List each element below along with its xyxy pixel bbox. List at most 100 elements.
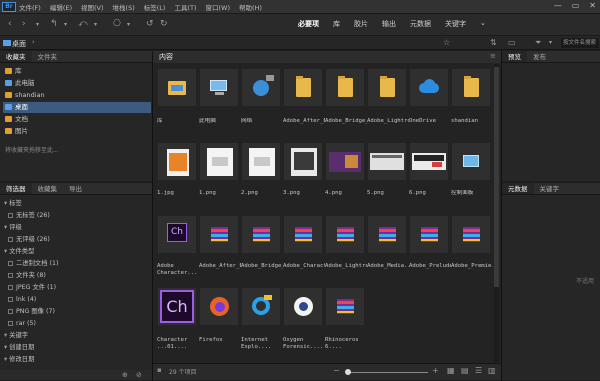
filter-option[interactable]: lnk (4) bbox=[8, 295, 36, 304]
search-input[interactable]: 按文件名搜索 bbox=[561, 38, 599, 48]
item-thumbnail[interactable] bbox=[284, 69, 322, 106]
tab-filter[interactable]: 筛选器 bbox=[0, 183, 32, 194]
filter-category[interactable]: 修改日期 bbox=[4, 355, 34, 364]
filter-option[interactable]: 二进制文档 (1) bbox=[8, 259, 58, 268]
detail-view-icon[interactable]: ▤ bbox=[461, 366, 469, 375]
item-thumbnail[interactable] bbox=[284, 288, 322, 325]
menu-help[interactable]: 帮助(H) bbox=[239, 2, 262, 12]
item-thumbnail[interactable] bbox=[242, 143, 280, 180]
content-scrollbar[interactable] bbox=[494, 64, 499, 362]
menu-view[interactable]: 视图(V) bbox=[81, 2, 104, 12]
tab-folders[interactable]: 文件夹 bbox=[32, 51, 64, 62]
filter-category[interactable]: 关键字 bbox=[4, 331, 28, 340]
filter-checkbox[interactable] bbox=[8, 320, 13, 326]
favorite-item[interactable]: 图片 bbox=[3, 126, 151, 137]
item-thumbnail[interactable] bbox=[284, 216, 322, 253]
sort-icon[interactable]: ⇅ bbox=[490, 38, 497, 47]
item-thumbnail[interactable] bbox=[368, 143, 406, 180]
boomerang-dropdown-icon[interactable]: ▾ bbox=[94, 21, 97, 28]
filter-checkbox[interactable] bbox=[8, 212, 13, 218]
item-thumbnail[interactable] bbox=[158, 143, 196, 180]
item-thumbnail[interactable] bbox=[410, 143, 448, 180]
item-thumbnail[interactable] bbox=[368, 216, 406, 253]
item-thumbnail[interactable] bbox=[452, 69, 490, 106]
favorite-item[interactable]: 此电脑 bbox=[3, 78, 151, 89]
breadcrumb-chevron-icon[interactable]: › bbox=[32, 38, 35, 46]
filter-funnel-icon[interactable]: ⏷ bbox=[535, 38, 541, 48]
workspace-metadata[interactable]: 元数据 bbox=[403, 17, 438, 31]
star-filter-icon[interactable]: ☆ bbox=[443, 38, 450, 47]
clear-filter-icon[interactable]: ⊘ bbox=[136, 371, 142, 379]
search-dropdown-icon[interactable]: ▾ bbox=[549, 39, 552, 46]
minimize-icon[interactable]: — bbox=[554, 1, 562, 10]
tab-favorites[interactable]: 收藏夹 bbox=[0, 51, 32, 62]
recent-dropdown-icon[interactable]: ▾ bbox=[64, 21, 67, 28]
item-thumbnail[interactable] bbox=[410, 69, 448, 106]
menu-stack[interactable]: 堆栈(S) bbox=[113, 2, 135, 12]
tab-preview[interactable]: 预览 bbox=[502, 51, 527, 62]
filter-checkbox[interactable] bbox=[8, 308, 13, 314]
return-icon[interactable]: ↰ bbox=[50, 19, 58, 29]
divider[interactable] bbox=[501, 51, 502, 381]
filter-option[interactable]: JPEG 文件 (1) bbox=[8, 283, 56, 292]
maximize-icon[interactable]: ▭ bbox=[572, 1, 580, 10]
workspace-essentials[interactable]: 必要项 bbox=[291, 17, 326, 31]
item-thumbnail[interactable]: Ch bbox=[158, 216, 196, 253]
favorite-item[interactable]: shandian bbox=[3, 90, 151, 101]
item-thumbnail[interactable]: Ch bbox=[158, 288, 196, 325]
favorite-item[interactable]: 文档 bbox=[3, 114, 151, 125]
filter-option[interactable]: PNG 图像 (7) bbox=[8, 307, 55, 316]
list-view-icon[interactable]: ☰ bbox=[475, 366, 482, 375]
scrollbar-thumb[interactable] bbox=[494, 67, 499, 287]
item-thumbnail[interactable] bbox=[158, 69, 196, 106]
item-thumbnail[interactable] bbox=[284, 143, 322, 180]
item-thumbnail[interactable] bbox=[410, 216, 448, 253]
filter-option[interactable]: 文件夹 (8) bbox=[8, 271, 46, 280]
menu-edit[interactable]: 编辑(E) bbox=[50, 2, 72, 12]
boomerang-icon[interactable]: ⤺ bbox=[78, 19, 88, 29]
breadcrumb[interactable]: 桌面 bbox=[12, 39, 26, 49]
filter-category[interactable]: 标签 bbox=[4, 199, 22, 208]
filter-checkbox[interactable] bbox=[8, 236, 13, 242]
favorite-item[interactable]: 库 bbox=[3, 66, 151, 77]
close-icon[interactable]: ✕ bbox=[589, 1, 596, 10]
workspace-filmstrip[interactable]: 胶片 bbox=[347, 17, 375, 31]
camera-icon[interactable]: ⎔ bbox=[113, 19, 121, 29]
pin-icon[interactable]: ⊕ bbox=[122, 371, 128, 379]
new-folder-icon[interactable]: ▭ bbox=[508, 38, 516, 47]
item-thumbnail[interactable] bbox=[452, 143, 490, 180]
tab-content[interactable]: 内容 bbox=[159, 52, 173, 62]
zoom-in-icon[interactable]: + bbox=[432, 366, 439, 375]
item-thumbnail[interactable] bbox=[368, 69, 406, 106]
item-thumbnail[interactable] bbox=[326, 69, 364, 106]
undo-icon[interactable]: ↺ bbox=[146, 19, 154, 29]
menu-window[interactable]: 窗口(W) bbox=[205, 2, 230, 12]
camera-dropdown-icon[interactable]: ▾ bbox=[127, 21, 130, 28]
lock-view-icon[interactable]: ▥ bbox=[488, 366, 496, 375]
item-thumbnail[interactable] bbox=[200, 69, 238, 106]
filter-option[interactable]: 无标签 (26) bbox=[8, 211, 50, 220]
forward-icon[interactable]: › bbox=[22, 19, 26, 29]
thumbnail-size-slider[interactable] bbox=[345, 369, 428, 375]
menu-label[interactable]: 标签(L) bbox=[144, 2, 166, 12]
divider[interactable] bbox=[152, 51, 153, 381]
menu-file[interactable]: 文件(F) bbox=[19, 2, 41, 12]
item-thumbnail[interactable] bbox=[242, 216, 280, 253]
tab-keywords[interactable]: 关键字 bbox=[534, 183, 566, 194]
slider-handle[interactable] bbox=[345, 369, 351, 375]
item-thumbnail[interactable] bbox=[200, 288, 238, 325]
menu-tools[interactable]: 工具(T) bbox=[174, 2, 196, 12]
item-thumbnail[interactable] bbox=[326, 288, 364, 325]
filter-option[interactable]: rar (5) bbox=[8, 319, 36, 328]
item-thumbnail[interactable] bbox=[242, 288, 280, 325]
filter-checkbox[interactable] bbox=[8, 296, 13, 302]
panel-menu-icon[interactable]: ≡ bbox=[490, 52, 496, 60]
redo-icon[interactable]: ↻ bbox=[160, 19, 168, 29]
item-thumbnail[interactable] bbox=[452, 216, 490, 253]
tab-metadata[interactable]: 元数据 bbox=[502, 183, 534, 194]
zoom-out-icon[interactable]: − bbox=[333, 366, 340, 375]
workspace-keywords[interactable]: 关键字 bbox=[438, 17, 473, 31]
filter-checkbox[interactable] bbox=[8, 260, 13, 266]
history-dropdown-icon[interactable]: ▾ bbox=[36, 21, 39, 28]
filter-checkbox[interactable] bbox=[8, 272, 13, 278]
